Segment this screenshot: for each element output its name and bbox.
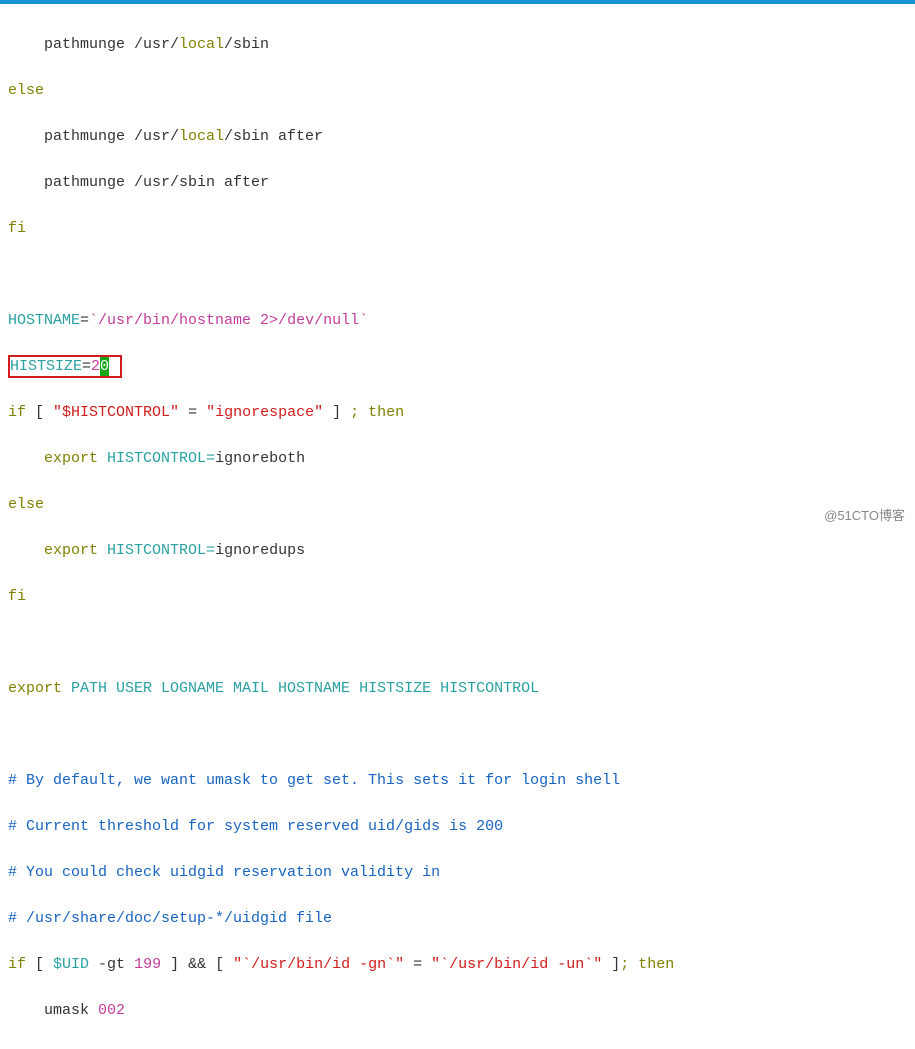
code-line: export HISTCONTROL=ignoredups bbox=[8, 539, 907, 562]
code-line: export PATH USER LOGNAME MAIL HOSTNAME H… bbox=[8, 677, 907, 700]
code-line: HOSTNAME=`/usr/bin/hostname 2>/dev/null` bbox=[8, 309, 907, 332]
watermark-text: @51CTO博客 bbox=[824, 505, 905, 524]
code-line: if [ "$HISTCONTROL" = "ignorespace" ] ; … bbox=[8, 401, 907, 424]
code-editor-content: pathmunge /usr/local/sbin else pathmunge… bbox=[0, 4, 915, 1049]
code-line: pathmunge /usr/local/sbin bbox=[8, 33, 907, 56]
comment-line: # You could check uidgid reservation val… bbox=[8, 861, 907, 884]
code-line: export HISTCONTROL=ignoreboth bbox=[8, 447, 907, 470]
blank-line bbox=[8, 631, 907, 654]
cursor: 0 bbox=[100, 357, 109, 376]
blank-line bbox=[8, 263, 907, 286]
code-line: else bbox=[8, 493, 907, 516]
code-line: pathmunge /usr/sbin after bbox=[8, 171, 907, 194]
code-line: fi bbox=[8, 217, 907, 240]
comment-line: # By default, we want umask to get set. … bbox=[8, 769, 907, 792]
comment-line: # /usr/share/doc/setup-*/uidgid file bbox=[8, 907, 907, 930]
code-line: if [ $UID -gt 199 ] && [ "`/usr/bin/id -… bbox=[8, 953, 907, 976]
highlight-box: HISTSIZE=20 bbox=[8, 355, 122, 378]
code-line: fi bbox=[8, 585, 907, 608]
code-line-highlighted: HISTSIZE=20 bbox=[8, 355, 907, 378]
code-line: umask 002 bbox=[8, 999, 907, 1022]
blank-line bbox=[8, 723, 907, 746]
comment-line: # Current threshold for system reserved … bbox=[8, 815, 907, 838]
code-line: else bbox=[8, 79, 907, 102]
code-line: pathmunge /usr/local/sbin after bbox=[8, 125, 907, 148]
